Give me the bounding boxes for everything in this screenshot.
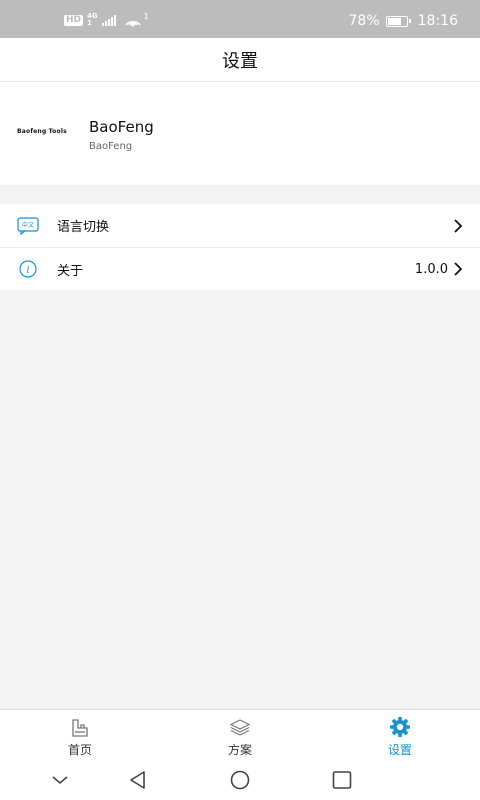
tab-label: 方案: [227, 743, 252, 757]
title-bar: 设置: [0, 38, 480, 82]
tab-plans[interactable]: 方案: [160, 710, 320, 761]
chevron-right-icon: [454, 218, 463, 233]
language-icon-text: 中文: [22, 221, 34, 229]
layers-icon: [229, 719, 251, 736]
tab-bar: 首页 方案 设置: [0, 709, 480, 761]
network-type: 4G 1: [87, 13, 98, 27]
home-icon: [72, 719, 88, 737]
chevron-right-icon: [454, 262, 463, 276]
tab-home[interactable]: 首页: [0, 710, 160, 761]
hotspot-icon: [125, 20, 141, 27]
profile-card[interactable]: Baofeng Tools BaoFeng BaoFeng: [0, 82, 480, 185]
profile-name: BaoFeng: [89, 118, 154, 136]
clock: 18:16: [417, 13, 458, 29]
app-logo: Baofeng Tools: [17, 128, 67, 135]
settings-item-language[interactable]: 中文 语言切换: [0, 204, 480, 247]
status-left: HD 4G 1 1: [64, 11, 149, 29]
status-bar: HD 4G 1 1 78% 18:16: [0, 0, 480, 38]
page-title: 设置: [222, 50, 258, 72]
tab-label: 设置: [387, 743, 412, 757]
info-icon: i: [19, 260, 37, 278]
gear-icon: [390, 717, 410, 737]
signal-icon: [101, 14, 116, 26]
info-icon-text: i: [26, 265, 29, 276]
tab-settings[interactable]: 设置: [320, 710, 480, 761]
status-right: 78% 18:16: [349, 11, 458, 31]
back-icon[interactable]: [127, 770, 149, 790]
battery-percent: 78%: [348, 13, 380, 29]
language-icon: 中文: [17, 216, 39, 235]
network-sim-label: 1: [87, 19, 92, 27]
settings-item-label: 语言切换: [57, 220, 110, 235]
settings-item-label: 关于: [57, 263, 84, 279]
system-nav-bar: [0, 761, 480, 800]
collapse-icon[interactable]: [49, 770, 71, 790]
version-value: 1.0.0: [414, 261, 448, 277]
profile-subtitle: BaoFeng: [89, 141, 133, 152]
settings-list: 中文 语言切换 i 关于 1.0.0: [0, 204, 480, 290]
tab-label: 首页: [67, 743, 92, 757]
home-circle-icon[interactable]: [229, 770, 251, 790]
hotspot-count: 1: [143, 11, 149, 21]
hd-badge: HD: [64, 14, 84, 26]
recents-icon[interactable]: [331, 770, 353, 790]
settings-item-about[interactable]: i 关于 1.0.0: [0, 247, 480, 290]
battery-icon: [385, 15, 411, 27]
